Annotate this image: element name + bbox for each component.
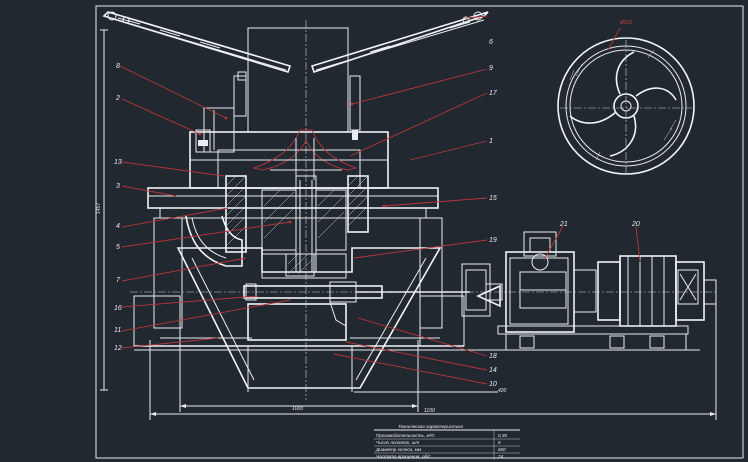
drive-train [460,231,717,351]
part-label: 13 [114,159,122,166]
part-label: 16 [114,305,122,312]
part-label: 3 [116,183,120,190]
part-label: 14 [489,367,497,374]
dimension-lines [103,30,716,416]
spec-row-label: Число лопаток, шт [376,440,419,445]
drawing-canvas: 8 2 13 3 4 5 7 16 11 12 6 9 17 1 19 17 1… [0,0,748,462]
part-label: 5 [116,244,120,251]
part-label: 12 [114,345,122,352]
circle-dimension: Ø910 [619,20,632,26]
part-label: 6 [489,39,493,46]
height-dimension: 1457 [96,203,102,214]
top-arms [102,11,489,74]
part-label: 18 [489,353,497,360]
spec-row-value: 8 [498,440,501,445]
part-label: 17 [489,90,498,97]
part-label: 21 [559,221,568,228]
part-label: 19 [489,237,497,244]
spec-row-label: Производительность, м³/с [376,433,435,438]
technical-drawing: 8 2 13 3 4 5 7 16 11 12 6 9 17 1 19 17 1… [95,5,744,460]
part-label: 11 [114,327,121,334]
leader-lines [119,15,641,385]
spec-row-label: Частота вращения, об/с [376,454,431,459]
part-label: 20 [631,221,640,228]
part-label: 1 [489,138,493,145]
spec-row-value: 24 [497,454,504,459]
machine-body [100,20,717,420]
spec-table: Техническая характеристика Производитель… [374,424,520,460]
spec-table-title: Техническая характеристика [398,424,463,429]
part-label: 8 [116,63,120,70]
spec-row-label: Диаметр колеса, мм [375,447,422,452]
central-guide [247,27,349,133]
part-label: 9 [489,65,493,72]
lower-box [247,303,347,341]
base-width-dimension: 1000 [292,406,303,412]
overall-width-dimension: 1100 [424,408,435,414]
part-label: 2 [115,95,120,102]
part-label: 4 [116,223,120,230]
labels-left: 8 2 13 3 4 5 7 16 11 12 [114,63,122,352]
left-leg [153,217,183,329]
part-label: 15 [489,195,497,202]
impeller-view [557,37,695,176]
part-label: 10 [489,381,497,388]
right-leg [419,217,443,329]
spec-row-value: 0,38 [498,433,507,438]
small-dimension: 420 [498,388,507,394]
spec-row-value: 600 [498,447,506,452]
part-label: 7 [116,277,121,284]
